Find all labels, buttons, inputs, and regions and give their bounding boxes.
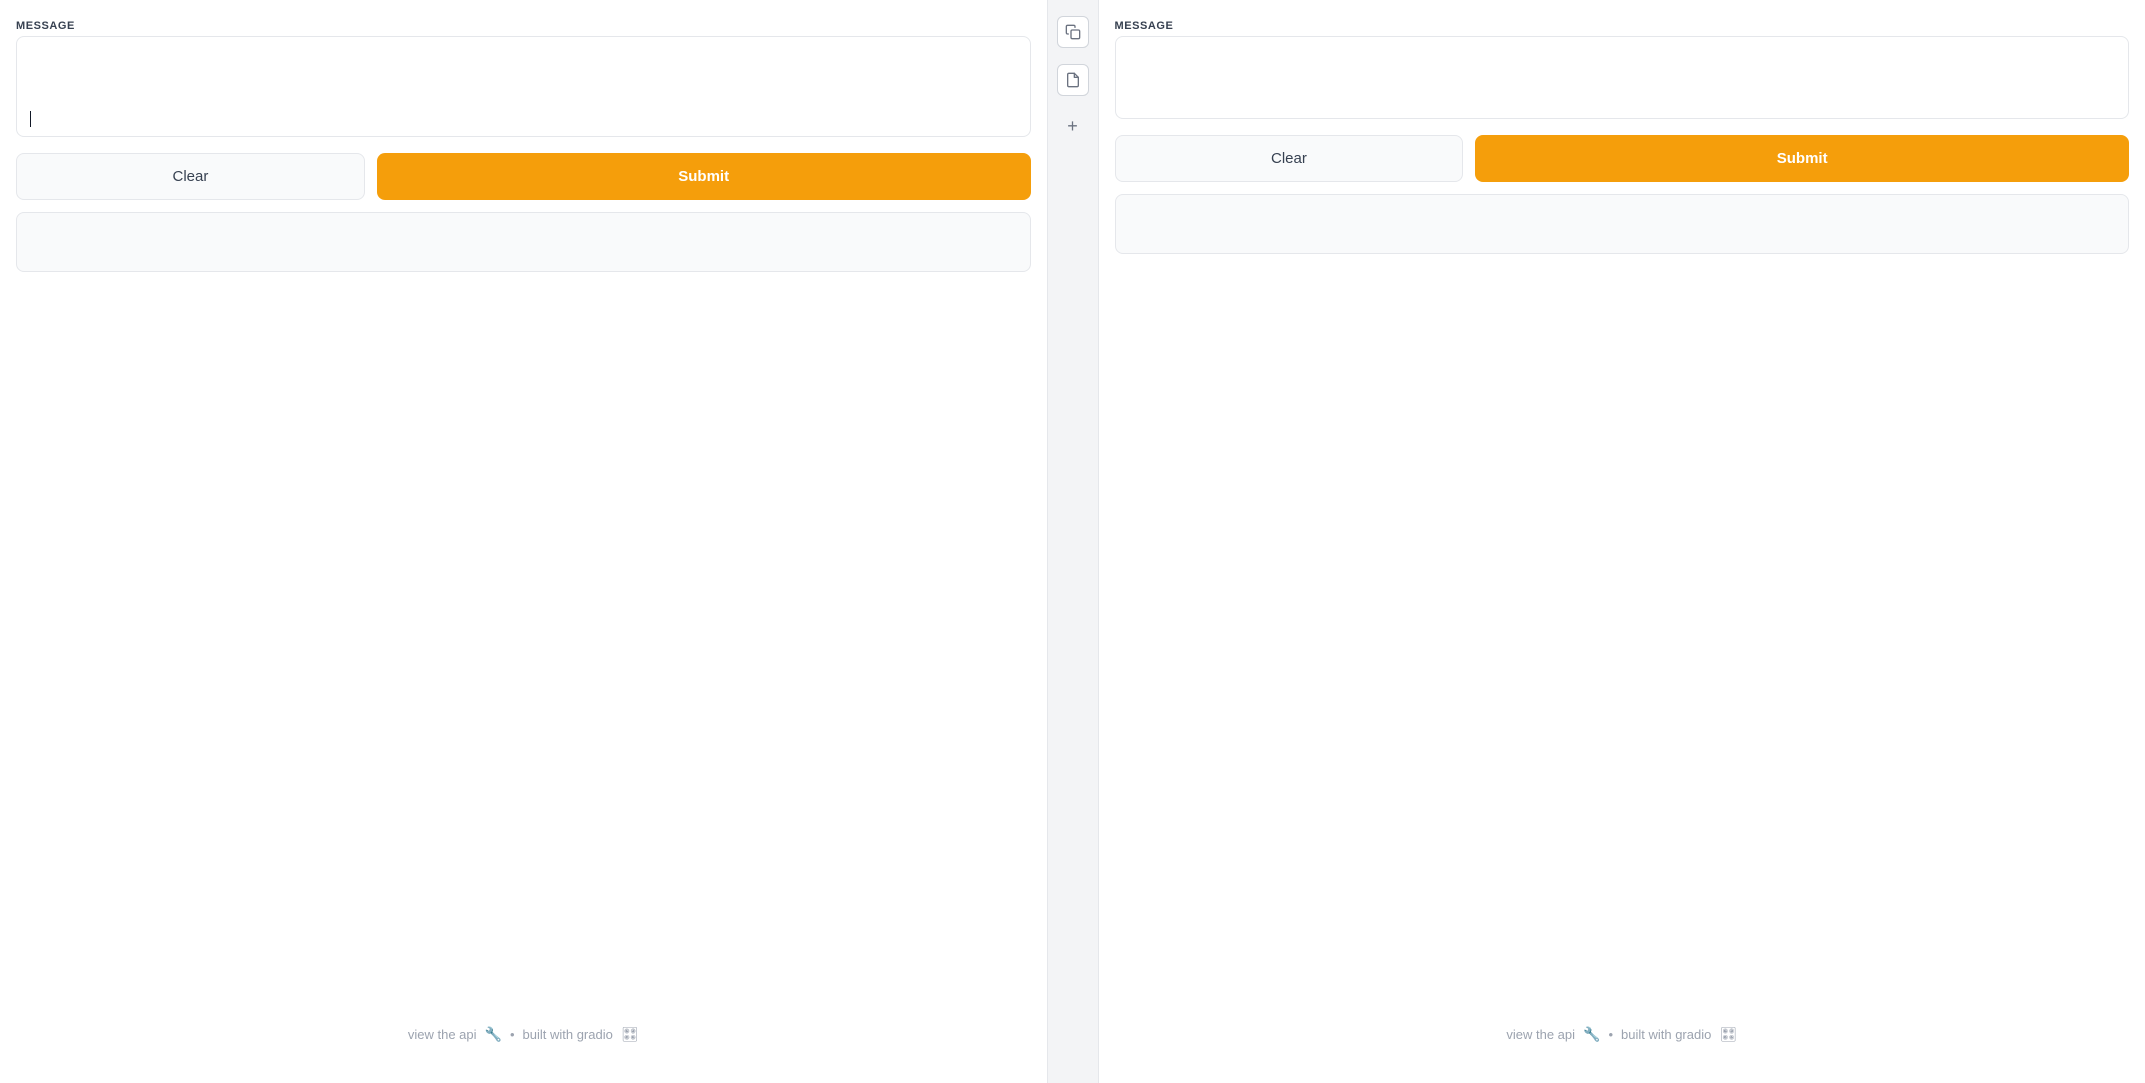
left-panel: MESSAGE Clear Submit view the api 🔧 • bu… xyxy=(0,0,1047,1083)
right-api-link-text: view the api xyxy=(1506,1027,1575,1042)
right-message-label: MESSAGE xyxy=(1115,20,2130,32)
left-message-input[interactable] xyxy=(29,45,1018,105)
right-submit-button[interactable]: Submit xyxy=(1475,135,2129,182)
copy-icon xyxy=(1065,24,1081,40)
left-message-label: MESSAGE xyxy=(16,20,1031,32)
file-icon-button[interactable] xyxy=(1057,64,1089,96)
right-separator: • xyxy=(1608,1027,1613,1042)
plus-icon: + xyxy=(1067,116,1078,137)
left-message-input-wrapper[interactable] xyxy=(16,36,1031,137)
right-output-area xyxy=(1115,194,2130,254)
right-panel: MESSAGE Clear Submit view the api 🔧 • bu… xyxy=(1099,0,2145,1083)
left-separator: • xyxy=(510,1027,515,1042)
right-gradio-link[interactable]: built with gradio xyxy=(1621,1027,1711,1042)
right-gradio-icon: 🎛 xyxy=(1719,1026,1737,1043)
right-message-input-wrapper[interactable] xyxy=(1115,36,2130,119)
left-api-link-text: view the api xyxy=(408,1027,477,1042)
right-button-row: Clear Submit xyxy=(1115,135,2130,182)
left-api-link[interactable]: view the api xyxy=(408,1027,477,1042)
right-clear-button[interactable]: Clear xyxy=(1115,135,1464,182)
left-gradio-icon: 🎛 xyxy=(621,1026,639,1043)
left-output-area xyxy=(16,212,1031,272)
left-button-row: Clear Submit xyxy=(16,153,1031,200)
right-api-link[interactable]: view the api xyxy=(1506,1027,1575,1042)
left-footer: view the api 🔧 • built with gradio 🎛 xyxy=(16,996,1031,1063)
left-clear-button[interactable]: Clear xyxy=(16,153,365,200)
text-cursor xyxy=(30,111,31,127)
file-icon xyxy=(1065,72,1081,88)
right-footer: view the api 🔧 • built with gradio 🎛 xyxy=(1115,996,2130,1063)
left-submit-button[interactable]: Submit xyxy=(377,153,1031,200)
copy-icon-button[interactable] xyxy=(1057,16,1089,48)
left-gradio-text: built with gradio xyxy=(523,1027,613,1042)
left-gradio-link[interactable]: built with gradio xyxy=(523,1027,613,1042)
divider-panel: + xyxy=(1047,0,1099,1083)
right-message-input[interactable] xyxy=(1128,45,2117,105)
plus-button[interactable]: + xyxy=(1059,112,1087,140)
right-wrench-icon: 🔧 xyxy=(1583,1026,1600,1043)
left-wrench-icon: 🔧 xyxy=(485,1026,502,1043)
right-gradio-text: built with gradio xyxy=(1621,1027,1711,1042)
